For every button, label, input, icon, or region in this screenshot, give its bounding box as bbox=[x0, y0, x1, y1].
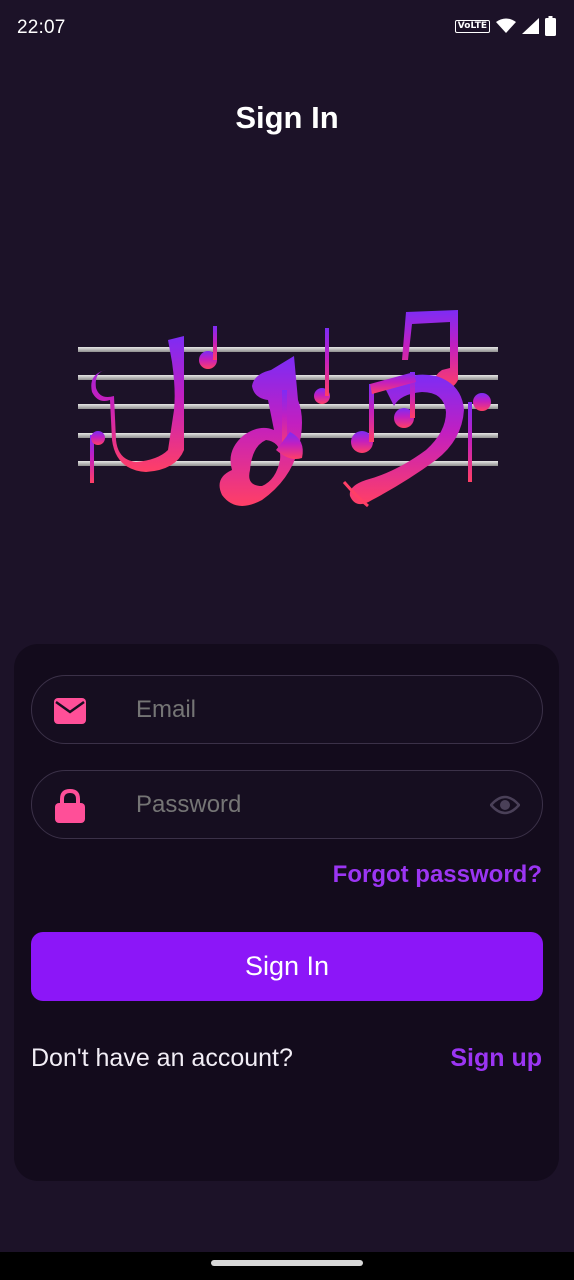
eye-icon[interactable] bbox=[490, 793, 520, 817]
sign-up-link[interactable]: Sign up bbox=[450, 1044, 542, 1073]
email-field[interactable] bbox=[31, 675, 543, 744]
battery-icon bbox=[545, 16, 556, 36]
no-account-text: Don't have an account? bbox=[31, 1044, 293, 1072]
sign-in-button[interactable]: Sign In bbox=[31, 932, 543, 1001]
home-indicator[interactable] bbox=[211, 1260, 363, 1266]
sign-in-card: Forgot password? Sign In Don't have an a… bbox=[14, 644, 559, 1181]
page-title: Sign In bbox=[235, 100, 339, 135]
password-input[interactable] bbox=[136, 791, 466, 819]
email-input[interactable] bbox=[136, 696, 466, 724]
forgot-password-link[interactable]: Forgot password? bbox=[333, 861, 542, 889]
signal-icon bbox=[522, 18, 539, 34]
password-field[interactable] bbox=[31, 770, 543, 839]
sign-in-screen: 22:07 VoLTE Sign In Email Forgot passwor… bbox=[0, 0, 574, 1280]
status-time: 22:07 bbox=[17, 17, 66, 38]
music-notes-logo-icon bbox=[78, 310, 498, 508]
lock-icon bbox=[55, 789, 85, 823]
envelope-icon bbox=[54, 698, 86, 724]
status-bar: 22:07 VoLTE bbox=[0, 0, 574, 56]
navigation-bar bbox=[0, 1252, 574, 1280]
status-icons: VoLTE bbox=[454, 16, 556, 36]
volte-icon: VoLTE bbox=[454, 19, 490, 33]
wifi-icon bbox=[496, 18, 516, 33]
